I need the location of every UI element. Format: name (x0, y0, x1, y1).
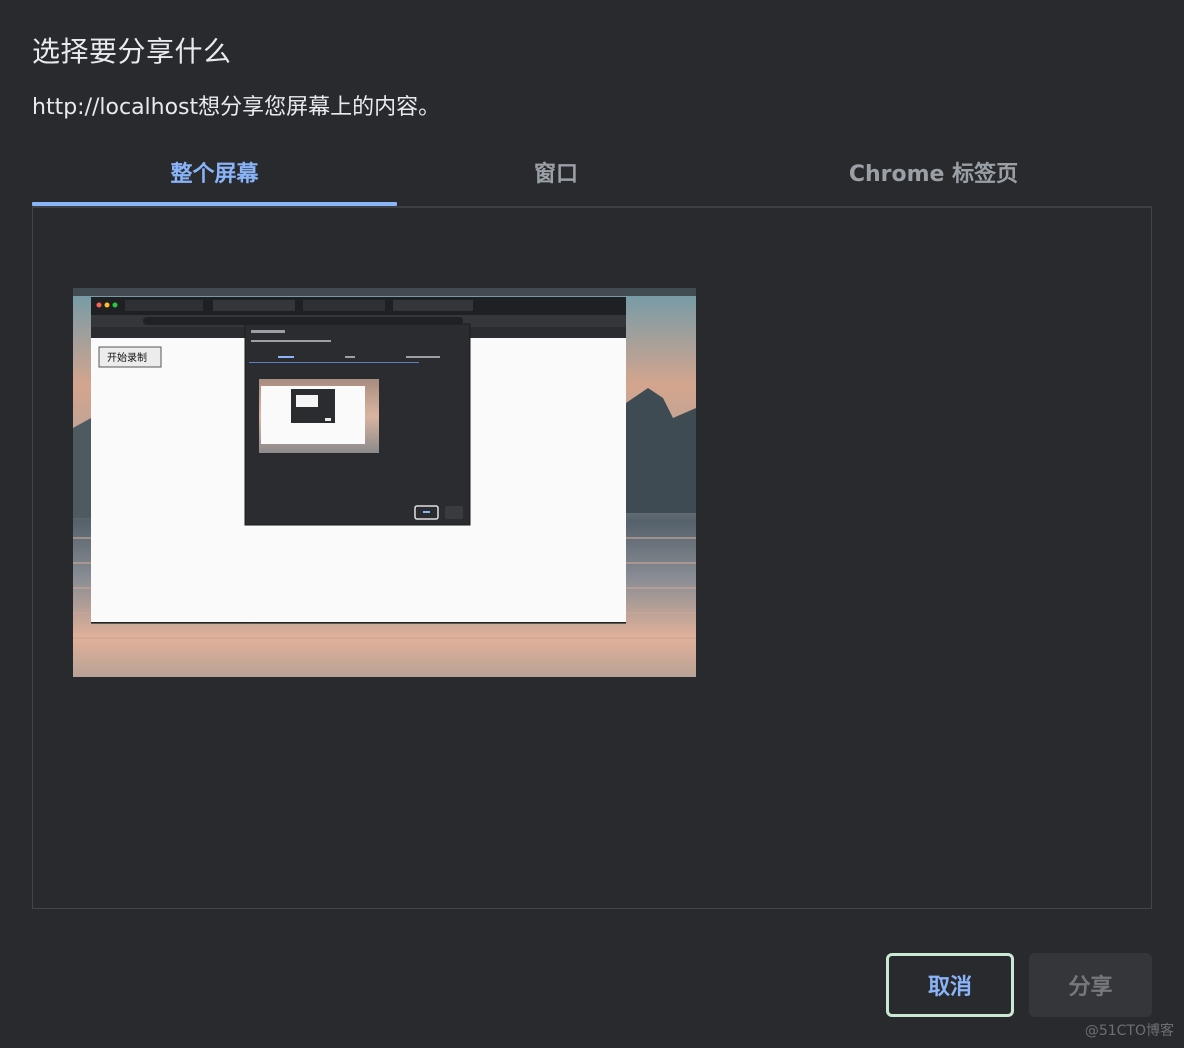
share-button[interactable]: 分享 (1029, 953, 1152, 1017)
dialog-subtitle: http://localhost想分享您屏幕上的内容。 (32, 95, 441, 120)
tab-window[interactable]: 窗口 (397, 148, 715, 206)
screen-thumbnail-image: 开始录制 (73, 288, 696, 677)
cancel-button[interactable]: 取消 (886, 953, 1014, 1017)
screen-thumbnail[interactable]: 开始录制 (73, 288, 696, 677)
source-list-panel: 开始录制 (32, 206, 1152, 909)
dialog-title: 选择要分享什么 (32, 35, 232, 68)
tab-chrome-tab[interactable]: Chrome 标签页 (715, 148, 1152, 206)
watermark: @51CTO博客 (1084, 1023, 1174, 1039)
share-screen-dialog: 选择要分享什么 http://localhost想分享您屏幕上的内容。 整个屏幕… (0, 0, 1184, 1048)
source-tabs: 整个屏幕 窗口 Chrome 标签页 (32, 148, 1152, 206)
page-start-button-label: 开始录制 (107, 351, 147, 364)
tab-entire-screen[interactable]: 整个屏幕 (32, 148, 397, 206)
